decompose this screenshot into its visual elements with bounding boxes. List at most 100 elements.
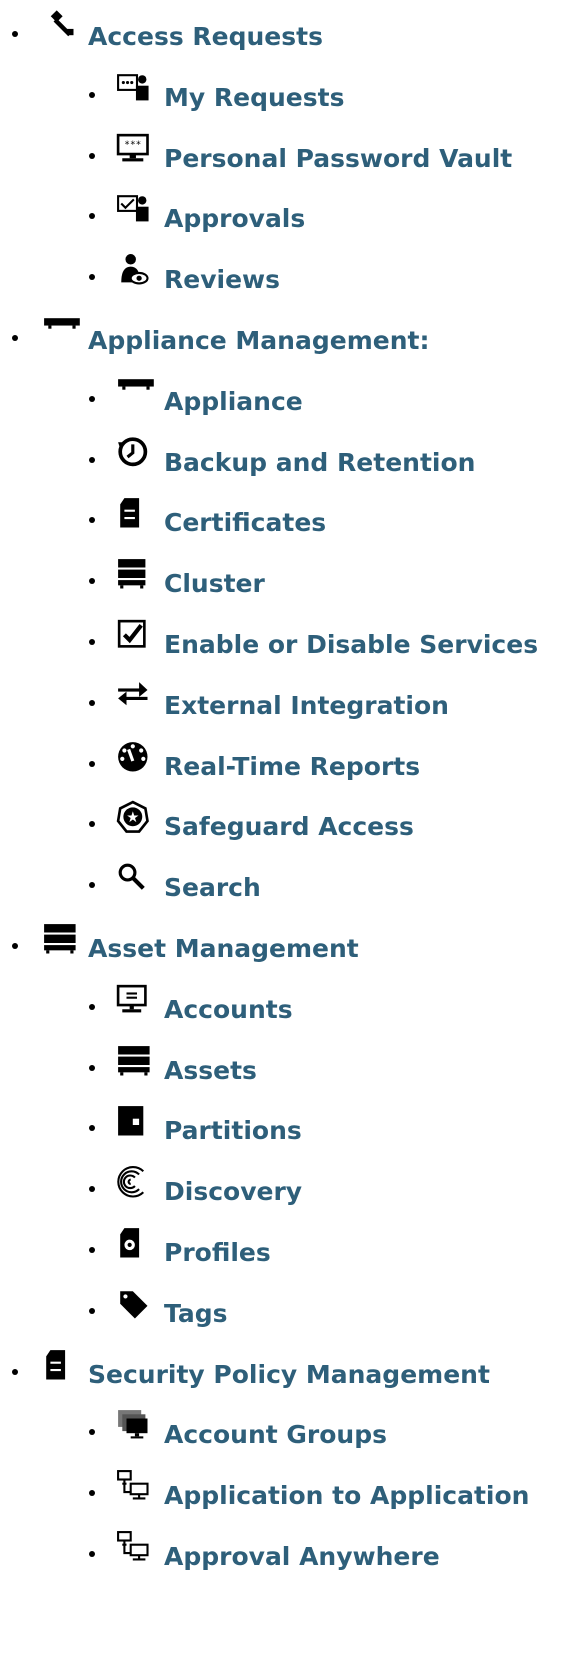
list-bullet bbox=[89, 1490, 95, 1496]
account-groups-icon bbox=[116, 1408, 158, 1442]
list-bullet bbox=[89, 1247, 95, 1253]
list-bullet bbox=[89, 1551, 95, 1557]
partitions-icon bbox=[116, 1104, 158, 1138]
nav-link[interactable]: Profiles bbox=[164, 1238, 271, 1268]
list-bullet bbox=[89, 578, 95, 584]
nav-subsection-item: Application to Application bbox=[0, 1469, 571, 1511]
nav-link[interactable]: Real-Time Reports bbox=[164, 752, 420, 782]
list-bullet bbox=[89, 882, 95, 888]
tag-icon bbox=[116, 1287, 158, 1321]
list-bullet bbox=[89, 274, 95, 280]
nav-section-item: Security Policy Management bbox=[0, 1348, 571, 1390]
nav-subsection-item: Search bbox=[0, 861, 571, 903]
nav-link[interactable]: My Requests bbox=[164, 83, 344, 113]
nav-subsection-item: Approval Anywhere bbox=[0, 1530, 571, 1572]
nav-link[interactable]: Discovery bbox=[164, 1177, 302, 1207]
svg-text:***: *** bbox=[124, 140, 141, 151]
list-bullet bbox=[89, 1186, 95, 1192]
list-bullet bbox=[89, 1308, 95, 1314]
nav-link[interactable]: Tags bbox=[164, 1299, 227, 1329]
list-bullet bbox=[89, 396, 95, 402]
nav-link[interactable]: Appliance Management: bbox=[88, 326, 429, 356]
security-policy-icon bbox=[42, 1348, 84, 1382]
reviews-icon bbox=[116, 253, 158, 287]
nav-subsection-item: Discovery bbox=[0, 1165, 571, 1207]
nav-subsection-item: *** Personal Password Vault bbox=[0, 132, 571, 174]
my-requests-icon bbox=[116, 71, 158, 105]
discovery-icon bbox=[116, 1165, 158, 1199]
list-bullet bbox=[12, 335, 18, 341]
nav-subsection-item: ★ Safeguard Access bbox=[0, 800, 571, 842]
list-bullet bbox=[89, 1065, 95, 1071]
nav-link[interactable]: Reviews bbox=[164, 265, 280, 295]
nav-section-item: Asset Management bbox=[0, 922, 571, 964]
exchange-arrows-icon bbox=[116, 679, 158, 713]
nav-subsection-item: Assets bbox=[0, 1044, 571, 1086]
nav-subsection-item: Appliance bbox=[0, 375, 571, 417]
approvals-icon bbox=[116, 192, 158, 226]
nav-subsection-item: Reviews bbox=[0, 253, 571, 295]
nav-link[interactable]: Cluster bbox=[164, 569, 265, 599]
svg-text:★: ★ bbox=[126, 809, 139, 826]
nav-subsection-item: Account Groups bbox=[0, 1408, 571, 1450]
nav-link[interactable]: External Integration bbox=[164, 691, 449, 721]
nav-subsection-item: Cluster bbox=[0, 557, 571, 599]
list-bullet bbox=[89, 700, 95, 706]
nav-subsection-item: Accounts bbox=[0, 983, 571, 1025]
nav-link[interactable]: Application to Application bbox=[164, 1481, 529, 1511]
list-bullet bbox=[89, 761, 95, 767]
nav-subsection-item: Real-Time Reports bbox=[0, 740, 571, 782]
nav-link[interactable]: Backup and Retention bbox=[164, 448, 475, 478]
nav-link[interactable]: Personal Password Vault bbox=[164, 144, 512, 174]
password-vault-icon: *** bbox=[116, 132, 158, 166]
safeguard-star-icon: ★ bbox=[116, 800, 158, 834]
list-bullet bbox=[89, 1429, 95, 1435]
list-bullet bbox=[12, 1369, 18, 1375]
appliance-icon bbox=[116, 375, 158, 409]
list-bullet bbox=[89, 1125, 95, 1131]
key-icon bbox=[42, 10, 84, 44]
nav-subsection-item: My Requests bbox=[0, 71, 571, 113]
nav-link[interactable]: Accounts bbox=[164, 995, 293, 1025]
nav-subsection-item: Approvals bbox=[0, 192, 571, 234]
nav-section-item: Access Requests bbox=[0, 10, 571, 52]
certificate-icon bbox=[116, 496, 158, 530]
nav-section-item: Appliance Management: bbox=[0, 314, 571, 356]
list-bullet bbox=[89, 1004, 95, 1010]
list-bullet bbox=[12, 31, 18, 37]
nav-link[interactable]: Certificates bbox=[164, 508, 326, 538]
list-bullet bbox=[89, 213, 95, 219]
nav-link[interactable]: Access Requests bbox=[88, 22, 323, 52]
cluster-icon bbox=[116, 557, 158, 591]
approval-anywhere-icon bbox=[116, 1530, 158, 1564]
backup-clock-icon bbox=[116, 436, 158, 470]
asset-server-icon bbox=[116, 1044, 158, 1078]
nav-subsection-item: Enable or Disable Services bbox=[0, 618, 571, 660]
nav-link[interactable]: Asset Management bbox=[88, 934, 359, 964]
nav-link[interactable]: Assets bbox=[164, 1056, 257, 1086]
nav-link[interactable]: Account Groups bbox=[164, 1420, 387, 1450]
nav-subsection-item: Partitions bbox=[0, 1104, 571, 1146]
dashboard-icon bbox=[116, 740, 158, 774]
nav-link[interactable]: Approvals bbox=[164, 204, 305, 234]
nav-subsection-item: Tags bbox=[0, 1287, 571, 1329]
checkbox-icon bbox=[116, 618, 158, 652]
nav-link[interactable]: Search bbox=[164, 873, 261, 903]
nav-link[interactable]: Approval Anywhere bbox=[164, 1542, 440, 1572]
nav-link[interactable]: Security Policy Management bbox=[88, 1360, 490, 1390]
nav-link[interactable]: Partitions bbox=[164, 1116, 302, 1146]
list-bullet bbox=[89, 153, 95, 159]
list-bullet bbox=[89, 457, 95, 463]
nav-link[interactable]: Enable or Disable Services bbox=[164, 630, 538, 660]
nav-link[interactable]: Appliance bbox=[164, 387, 303, 417]
list-bullet bbox=[89, 92, 95, 98]
nav-link[interactable]: Safeguard Access bbox=[164, 812, 414, 842]
appliance-icon bbox=[42, 314, 84, 348]
list-bullet bbox=[12, 943, 18, 949]
nav-subsection-item: Profiles bbox=[0, 1226, 571, 1268]
search-icon bbox=[116, 861, 158, 895]
list-bullet bbox=[89, 821, 95, 827]
list-bullet bbox=[89, 517, 95, 523]
accounts-monitor-icon bbox=[116, 983, 158, 1017]
profile-gear-icon bbox=[116, 1226, 158, 1260]
